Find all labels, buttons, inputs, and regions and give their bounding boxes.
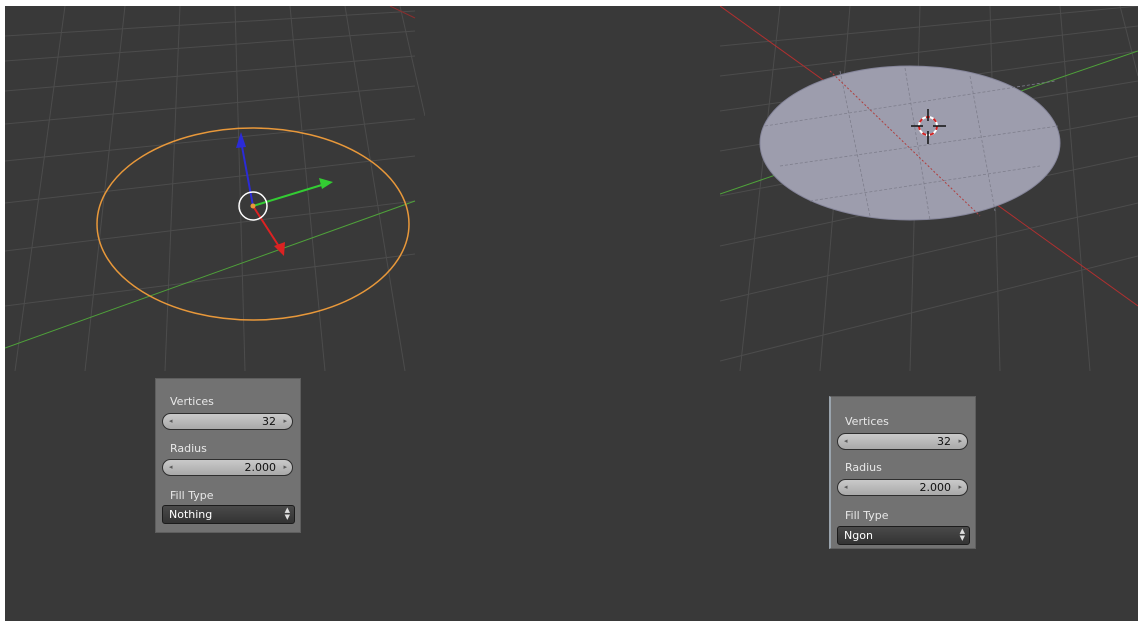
add-circle-panel-left: Vertices ◂ 32 ▸ Radius ◂ 2.000 ▸ Fill Ty… bbox=[155, 378, 301, 533]
gizmo-y-axis bbox=[252, 183, 326, 207]
gizmo-y-arrowhead bbox=[319, 178, 333, 189]
increment-arrow-icon[interactable]: ▸ bbox=[958, 481, 962, 494]
fill-type-label: Fill Type bbox=[845, 509, 889, 522]
radius-value: 2.000 bbox=[919, 481, 952, 494]
radius-label: Radius bbox=[845, 461, 882, 474]
radius-label: Radius bbox=[170, 442, 207, 455]
fill-type-label: Fill Type bbox=[170, 489, 214, 502]
updown-arrows-icon: ▲ ▼ bbox=[284, 506, 290, 521]
decrement-arrow-icon[interactable]: ◂ bbox=[169, 415, 173, 428]
decrement-arrow-icon[interactable]: ◂ bbox=[169, 461, 173, 474]
fill-type-select[interactable]: Nothing ▲ ▼ bbox=[162, 505, 295, 524]
transform-gizmo bbox=[236, 132, 333, 256]
fill-type-select[interactable]: Ngon ▲ ▼ bbox=[837, 526, 970, 545]
vertices-label: Vertices bbox=[845, 415, 889, 428]
add-circle-panel-right: Vertices ◂ 32 ▸ Radius ◂ 2.000 ▸ Fill Ty… bbox=[829, 396, 976, 549]
updown-arrows-icon: ▲ ▼ bbox=[959, 527, 965, 542]
fill-type-value: Nothing bbox=[169, 508, 213, 521]
vertices-value: 32 bbox=[262, 415, 276, 428]
floor-grid bbox=[5, 6, 425, 371]
vertices-value: 32 bbox=[937, 435, 951, 448]
y-axis-line bbox=[5, 200, 416, 349]
increment-arrow-icon[interactable]: ▸ bbox=[283, 415, 287, 428]
viewport-left[interactable] bbox=[5, 6, 425, 371]
blender-window: Vertices ◂ 32 ▸ Radius ◂ 2.000 ▸ Fill Ty… bbox=[5, 6, 1138, 621]
fill-type-value: Ngon bbox=[844, 529, 873, 542]
increment-arrow-icon[interactable]: ▸ bbox=[958, 435, 962, 448]
gizmo-z-arrowhead bbox=[236, 132, 246, 148]
vertices-field[interactable]: ◂ 32 ▸ bbox=[837, 433, 968, 450]
radius-field[interactable]: ◂ 2.000 ▸ bbox=[162, 459, 293, 476]
vertices-label: Vertices bbox=[170, 395, 214, 408]
increment-arrow-icon[interactable]: ▸ bbox=[283, 461, 287, 474]
decrement-arrow-icon[interactable]: ◂ bbox=[844, 481, 848, 494]
viewport-left-canvas[interactable] bbox=[5, 6, 425, 371]
viewport-right[interactable] bbox=[720, 6, 1138, 371]
filled-ngon bbox=[759, 65, 1061, 221]
circle-outline bbox=[96, 127, 410, 321]
vertices-field[interactable]: ◂ 32 ▸ bbox=[162, 413, 293, 430]
decrement-arrow-icon[interactable]: ◂ bbox=[844, 435, 848, 448]
gizmo-x-axis bbox=[252, 205, 281, 249]
origin-dot bbox=[250, 203, 256, 209]
radius-value: 2.000 bbox=[244, 461, 277, 474]
gizmo-x-arrowhead bbox=[274, 242, 285, 256]
viewport-right-canvas[interactable] bbox=[720, 6, 1138, 371]
radius-field[interactable]: ◂ 2.000 ▸ bbox=[837, 479, 968, 496]
